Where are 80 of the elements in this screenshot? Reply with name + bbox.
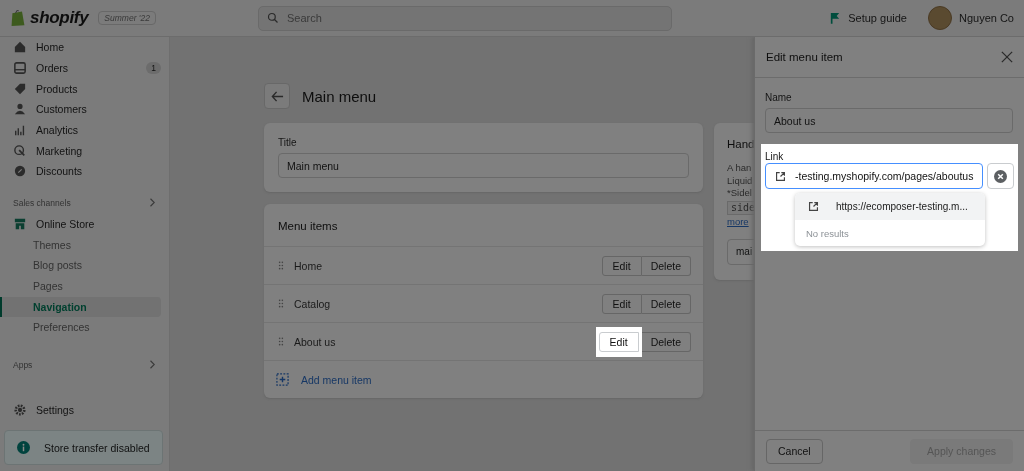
notice-text: Store transfer disabled (44, 441, 150, 454)
description-text: A han (727, 162, 752, 175)
clear-icon (994, 169, 1008, 183)
name-input[interactable]: About us (765, 108, 1013, 133)
external-link-icon (808, 201, 819, 212)
tag-icon (14, 82, 26, 95)
back-arrow-icon (270, 89, 284, 103)
back-button[interactable] (264, 83, 290, 109)
nav-subitem[interactable]: Blog posts (0, 255, 161, 276)
person-icon (14, 103, 26, 116)
menu-item-label: Catalog (294, 297, 332, 310)
chevron-right-icon[interactable] (149, 360, 155, 370)
flag-icon (830, 12, 841, 24)
search-field[interactable]: Search (258, 5, 672, 31)
field-label: Title (278, 137, 298, 148)
gear-icon (14, 403, 26, 416)
card-heading: Menu items (264, 204, 703, 247)
nav-item[interactable]: Settings (0, 399, 169, 420)
edit-button[interactable]: Edit (601, 255, 642, 276)
clear-button[interactable] (987, 163, 1014, 189)
delete-button[interactable]: Delete (641, 331, 691, 352)
nav-item[interactable]: Orders 1 (0, 57, 169, 79)
description-text: Liquid (727, 174, 753, 187)
drag-handle-icon[interactable] (278, 261, 284, 270)
add-menu-item-link[interactable]: Add menu item (301, 373, 372, 386)
storefront-icon (14, 218, 26, 231)
avatar[interactable] (927, 6, 952, 30)
house-icon (14, 41, 26, 54)
cancel-button[interactable]: Cancel (766, 438, 823, 464)
field-label: Link (765, 151, 784, 162)
count-badge: 1 (146, 62, 161, 75)
delete-button[interactable]: Delete (641, 255, 691, 276)
section-heading: Sales channels (13, 197, 71, 208)
card-heading: Hand (727, 138, 756, 150)
link-input[interactable]: -testing.myshopify.com/pages/aboutus (765, 163, 984, 189)
panel-title: Edit menu item (766, 51, 843, 63)
edition-badge: Summer '22 (98, 11, 156, 25)
nav-subitem[interactable]: Navigation (0, 296, 161, 318)
menu-item-label: About us (294, 335, 337, 348)
shopping-bag-icon (10, 9, 26, 27)
suggestion-item[interactable]: https://ecomposer-testing.m... (795, 193, 985, 220)
discount-icon (14, 165, 26, 178)
learn-more-link[interactable]: more (727, 216, 749, 229)
nav-subitem[interactable]: Themes (0, 234, 161, 256)
menu-item-row[interactable]: Catalog Edit Delete (264, 285, 703, 323)
page-title: Main menu (302, 87, 377, 105)
add-icon (276, 373, 289, 386)
setup-guide-button[interactable]: Setup guide (830, 12, 907, 24)
nav-item[interactable]: Analytics (0, 119, 169, 141)
info-icon (17, 441, 30, 454)
chevron-right-icon[interactable] (149, 198, 155, 208)
nav-item[interactable]: Marketing (0, 140, 169, 162)
inbox-icon (14, 62, 26, 75)
description-text: *Sidel (727, 187, 752, 200)
search-icon (267, 12, 279, 24)
drag-handle-icon[interactable] (278, 299, 284, 308)
field-label: Name (765, 92, 793, 103)
delete-button[interactable]: Delete (641, 293, 691, 314)
nav-item[interactable]: Customers (0, 99, 169, 120)
menu-item-row[interactable]: Home Edit Delete (264, 247, 703, 285)
target-icon (14, 144, 26, 157)
bar-chart-icon (14, 124, 26, 137)
edit-button[interactable]: Edit (601, 293, 642, 314)
section-heading: Apps (13, 359, 33, 370)
drag-handle-icon[interactable] (278, 337, 284, 346)
menu-item-label: Home (294, 259, 323, 272)
user-name[interactable]: Nguyen Co (958, 12, 1014, 24)
title-input[interactable]: Main menu (278, 153, 689, 178)
logo-text: shopify (30, 8, 89, 28)
nav-item[interactable]: Online Store (0, 213, 169, 235)
nav-item[interactable]: Products (0, 78, 169, 100)
no-results-text: No results (805, 227, 850, 241)
nav-subitem[interactable]: Preferences (0, 317, 161, 338)
nav-subitem[interactable]: Pages (0, 275, 161, 297)
nav-item[interactable]: Home (0, 37, 169, 58)
nav-item[interactable]: Discounts (0, 161, 169, 182)
close-icon[interactable] (1001, 51, 1013, 63)
menu-item-row[interactable]: About us Edit Delete (264, 323, 703, 361)
edit-button[interactable]: Edit (598, 331, 639, 352)
external-link-icon (775, 170, 786, 182)
